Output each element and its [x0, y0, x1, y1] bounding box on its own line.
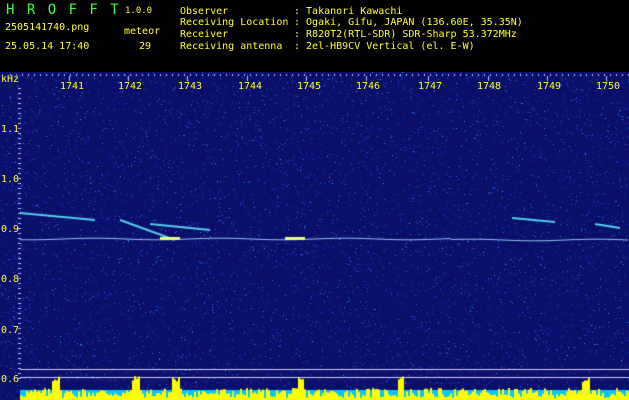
x-tick-1742: 1742	[118, 81, 143, 92]
value-antenna: : 2el-HB9CV Vertical (el. E-W)	[294, 41, 475, 52]
label-location: Receiving Location	[180, 17, 289, 28]
y-tick-1-0: 1.0	[1, 174, 20, 185]
y-tick-1-1: 1.1	[1, 124, 20, 135]
x-tick-1748: 1748	[477, 81, 502, 92]
y-tick-0-6: 0.6	[1, 374, 20, 385]
app-version: 1.0.0	[125, 6, 153, 16]
x-tick-1745: 1745	[297, 81, 322, 92]
header-panel: H R O F F T 1.0.0 2505141740.png meteor …	[0, 0, 629, 72]
app-title: H R O F F T	[6, 2, 121, 18]
label-receiver: Receiver	[180, 29, 229, 40]
meteor-count-label: meteor	[124, 26, 161, 37]
y-axis-unit: kHz	[1, 74, 20, 85]
value-location: : Ogaki, Gifu, JAPAN (136.60E, 35.35N)	[294, 17, 523, 28]
file-name: 2505141740.png	[5, 22, 90, 33]
y-tick-0-8: 0.8	[1, 274, 20, 285]
x-tick-1741: 1741	[60, 81, 85, 92]
x-tick-1750: 1750	[596, 81, 621, 92]
y-tick-0-9: 0.9	[1, 224, 20, 235]
x-tick-1743: 1743	[178, 81, 203, 92]
meteor-count-value: 29	[139, 41, 152, 52]
y-tick-0-7: 0.7	[1, 325, 20, 336]
spectrogram-area: kHz 1741 1742 1743 1744 1745 1746 1747 1…	[0, 72, 629, 400]
file-datetime: 25.05.14 17:40	[5, 41, 90, 52]
x-tick-1744: 1744	[238, 81, 263, 92]
x-tick-1749: 1749	[537, 81, 562, 92]
x-tick-1746: 1746	[356, 81, 381, 92]
label-antenna: Receiving antenna	[180, 41, 283, 52]
x-tick-1747: 1747	[418, 81, 443, 92]
spectrogram-canvas	[0, 72, 629, 400]
value-receiver: : R820T2(RTL-SDR) SDR-Sharp 53.372MHz	[294, 29, 517, 40]
